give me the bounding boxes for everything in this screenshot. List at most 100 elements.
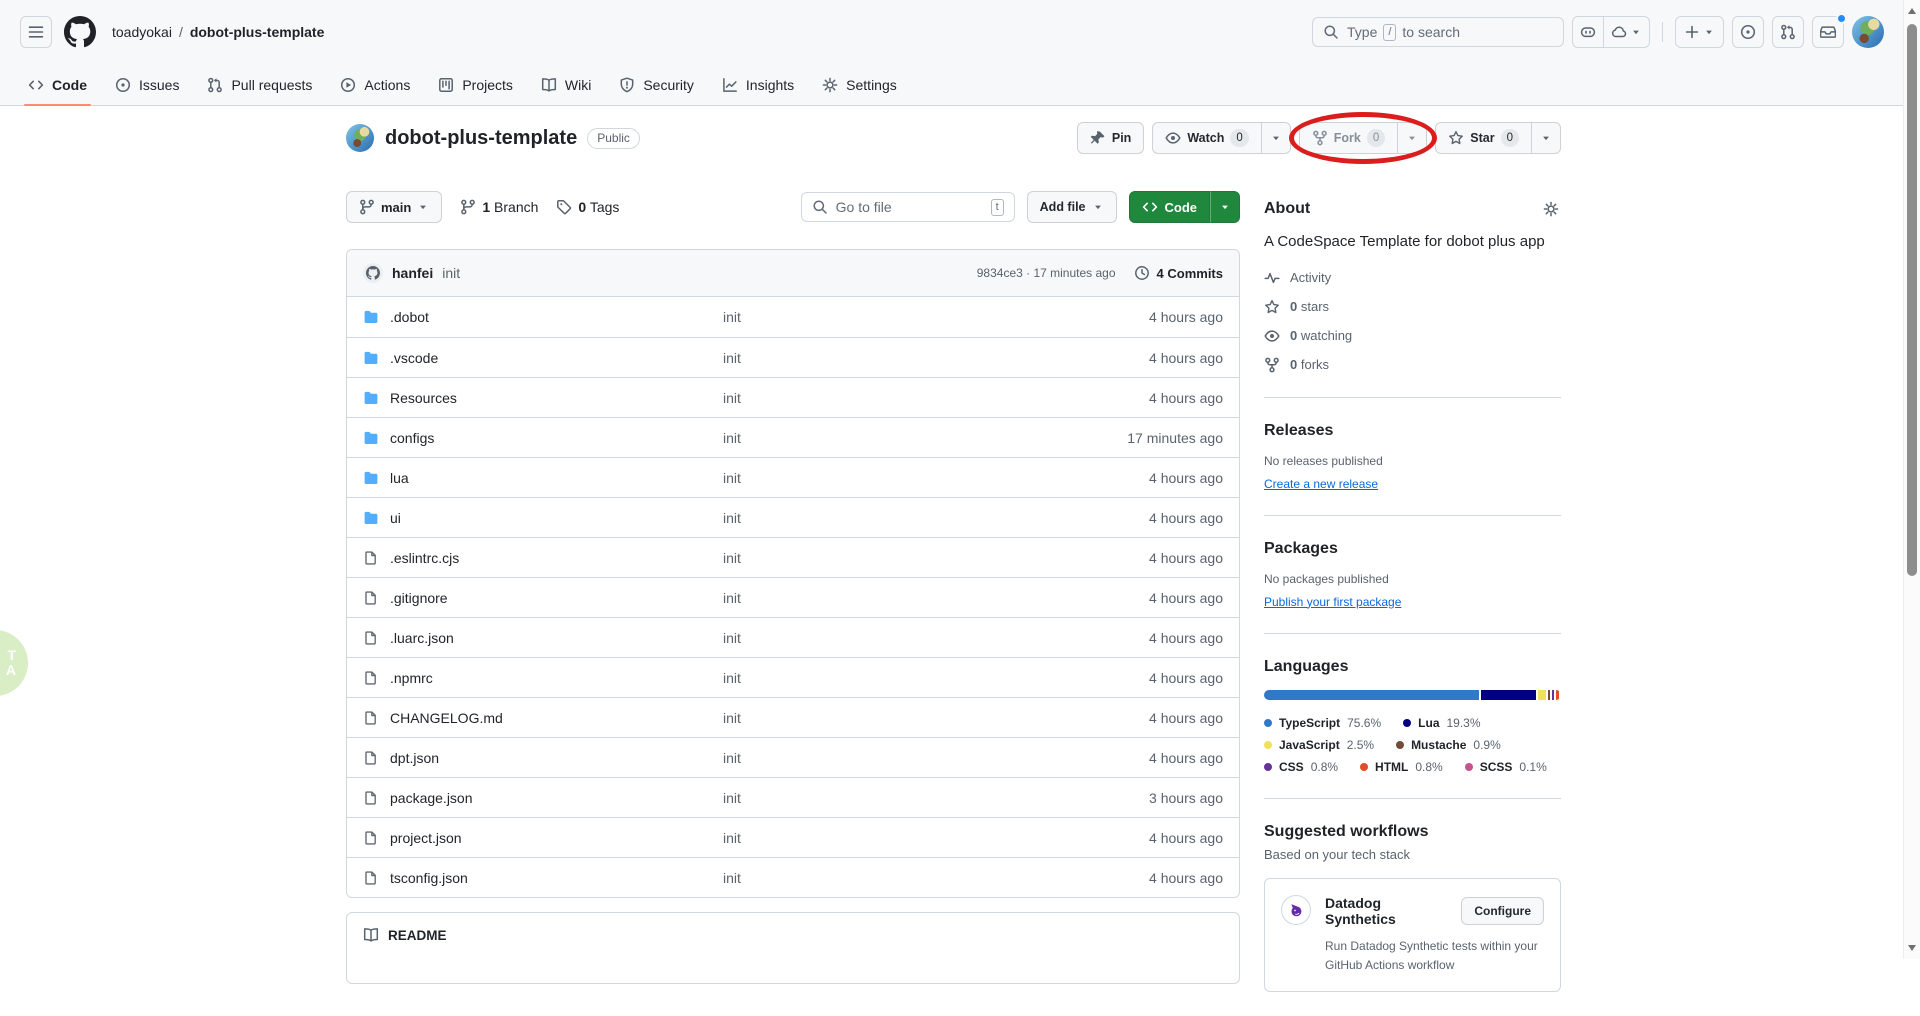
row-commit-message[interactable]: init bbox=[723, 309, 1149, 325]
tab-issues[interactable]: Issues bbox=[101, 64, 193, 105]
row-updated-time[interactable]: 4 hours ago bbox=[1149, 309, 1223, 325]
hamburger-menu-button[interactable] bbox=[20, 16, 52, 48]
file-name-link[interactable]: .vscode bbox=[363, 350, 723, 366]
row-commit-message[interactable]: init bbox=[723, 470, 1149, 486]
commit-message[interactable]: init bbox=[442, 265, 460, 281]
repo-owner-avatar[interactable] bbox=[346, 124, 374, 152]
row-updated-time[interactable]: 4 hours ago bbox=[1149, 750, 1223, 766]
row-commit-message[interactable]: init bbox=[723, 790, 1149, 806]
row-commit-message[interactable]: init bbox=[723, 670, 1149, 686]
file-name-link[interactable]: .gitignore bbox=[363, 590, 723, 606]
row-updated-time[interactable]: 4 hours ago bbox=[1149, 710, 1223, 726]
copilot-menu-button[interactable] bbox=[1603, 16, 1650, 48]
file-name-link[interactable]: .dobot bbox=[363, 309, 723, 325]
language-bar[interactable] bbox=[1264, 690, 1561, 700]
language-legend-item[interactable]: HTML0.8% bbox=[1360, 760, 1443, 774]
commit-history-link[interactable]: 4 Commits bbox=[1134, 265, 1223, 281]
code-button[interactable]: Code bbox=[1129, 191, 1211, 223]
row-commit-message[interactable]: init bbox=[723, 710, 1149, 726]
row-commit-message[interactable]: init bbox=[723, 510, 1149, 526]
row-updated-time[interactable]: 3 hours ago bbox=[1149, 790, 1223, 806]
scrollbar[interactable] bbox=[1903, 0, 1920, 959]
row-updated-time[interactable]: 4 hours ago bbox=[1149, 590, 1223, 606]
tags-link[interactable]: 0 Tags bbox=[556, 199, 619, 215]
file-name-link[interactable]: .npmrc bbox=[363, 670, 723, 686]
file-name-link[interactable]: lua bbox=[363, 470, 723, 486]
row-commit-message[interactable]: init bbox=[723, 350, 1149, 366]
global-search-input[interactable]: Type/to search bbox=[1312, 17, 1564, 47]
language-legend-item[interactable]: JavaScript2.5% bbox=[1264, 738, 1374, 752]
file-name-link[interactable]: .luarc.json bbox=[363, 630, 723, 646]
github-logo[interactable] bbox=[64, 16, 96, 48]
file-name-link[interactable]: tsconfig.json bbox=[363, 870, 723, 886]
tab-security[interactable]: Security bbox=[605, 64, 708, 105]
file-name-link[interactable]: Resources bbox=[363, 390, 723, 406]
row-updated-time[interactable]: 4 hours ago bbox=[1149, 510, 1223, 526]
row-updated-time[interactable]: 4 hours ago bbox=[1149, 350, 1223, 366]
commit-author[interactable]: hanfei bbox=[392, 265, 433, 281]
user-avatar[interactable] bbox=[1852, 16, 1884, 48]
watch-button[interactable]: Watch 0 bbox=[1152, 122, 1261, 154]
file-name-link[interactable]: project.json bbox=[363, 830, 723, 846]
row-updated-time[interactable]: 4 hours ago bbox=[1149, 830, 1223, 846]
pin-button[interactable]: Pin bbox=[1077, 122, 1144, 154]
tab-projects[interactable]: Projects bbox=[424, 64, 527, 105]
about-meta-item[interactable]: Activity bbox=[1264, 270, 1561, 286]
row-commit-message[interactable]: init bbox=[723, 430, 1127, 446]
create-new-button[interactable] bbox=[1675, 16, 1724, 48]
scrollbar-up-arrow[interactable] bbox=[1908, 8, 1916, 14]
create-release-link[interactable]: Create a new release bbox=[1264, 477, 1378, 491]
row-updated-time[interactable]: 4 hours ago bbox=[1149, 550, 1223, 566]
file-name-link[interactable]: package.json bbox=[363, 790, 723, 806]
file-name-link[interactable]: .eslintrc.cjs bbox=[363, 550, 723, 566]
issues-global-button[interactable] bbox=[1732, 16, 1764, 48]
scrollbar-thumb[interactable] bbox=[1907, 24, 1917, 576]
scrollbar-down-arrow[interactable] bbox=[1908, 945, 1916, 951]
file-name-link[interactable]: CHANGELOG.md bbox=[363, 710, 723, 726]
row-commit-message[interactable]: init bbox=[723, 630, 1149, 646]
tab-wiki[interactable]: Wiki bbox=[527, 64, 605, 105]
row-commit-message[interactable]: init bbox=[723, 870, 1149, 886]
pull-requests-global-button[interactable] bbox=[1772, 16, 1804, 48]
row-commit-message[interactable]: init bbox=[723, 390, 1149, 406]
branch-selector[interactable]: main bbox=[346, 191, 442, 223]
tab-code[interactable]: Code bbox=[14, 64, 101, 105]
breadcrumb-repo[interactable]: dobot-plus-template bbox=[190, 24, 325, 40]
row-commit-message[interactable]: init bbox=[723, 550, 1149, 566]
row-updated-time[interactable]: 17 minutes ago bbox=[1127, 430, 1223, 446]
copilot-button[interactable] bbox=[1572, 16, 1604, 48]
row-updated-time[interactable]: 4 hours ago bbox=[1149, 670, 1223, 686]
configure-workflow-button[interactable]: Configure bbox=[1461, 897, 1544, 925]
row-commit-message[interactable]: init bbox=[723, 590, 1149, 606]
language-legend-item[interactable]: Mustache0.9% bbox=[1396, 738, 1501, 752]
go-to-file-input[interactable]: Go to file t bbox=[801, 192, 1015, 222]
inbox-button[interactable] bbox=[1812, 16, 1844, 48]
breadcrumb-owner[interactable]: toadyokai bbox=[112, 24, 172, 40]
language-legend-item[interactable]: SCSS0.1% bbox=[1465, 760, 1547, 774]
row-updated-time[interactable]: 4 hours ago bbox=[1149, 870, 1223, 886]
row-updated-time[interactable]: 4 hours ago bbox=[1149, 630, 1223, 646]
tab-actions[interactable]: Actions bbox=[326, 64, 424, 105]
about-settings-button[interactable] bbox=[1541, 199, 1561, 219]
commit-author-avatar[interactable] bbox=[363, 263, 383, 283]
language-legend-item[interactable]: Lua19.3% bbox=[1403, 716, 1480, 730]
star-button[interactable]: Star 0 bbox=[1435, 122, 1532, 154]
code-dropdown-button[interactable] bbox=[1210, 191, 1240, 223]
star-dropdown-button[interactable] bbox=[1531, 122, 1561, 154]
tab-pull-requests[interactable]: Pull requests bbox=[193, 64, 326, 105]
branches-link[interactable]: 1 Branch bbox=[460, 199, 538, 215]
about-meta-item[interactable]: 0 watching bbox=[1264, 328, 1561, 344]
language-legend-item[interactable]: TypeScript75.6% bbox=[1264, 716, 1381, 730]
language-legend-item[interactable]: CSS0.8% bbox=[1264, 760, 1338, 774]
file-name-link[interactable]: ui bbox=[363, 510, 723, 526]
file-name-link[interactable]: dpt.json bbox=[363, 750, 723, 766]
about-meta-item[interactable]: 0 stars bbox=[1264, 299, 1561, 315]
tab-insights[interactable]: Insights bbox=[708, 64, 808, 105]
row-updated-time[interactable]: 4 hours ago bbox=[1149, 390, 1223, 406]
tab-settings[interactable]: Settings bbox=[808, 64, 911, 105]
row-commit-message[interactable]: init bbox=[723, 750, 1149, 766]
row-commit-message[interactable]: init bbox=[723, 830, 1149, 846]
file-name-link[interactable]: configs bbox=[363, 430, 723, 446]
commit-sha-time[interactable]: 9834ce3 · 17 minutes ago bbox=[977, 266, 1116, 280]
fork-button[interactable]: Fork 0 bbox=[1299, 122, 1399, 154]
